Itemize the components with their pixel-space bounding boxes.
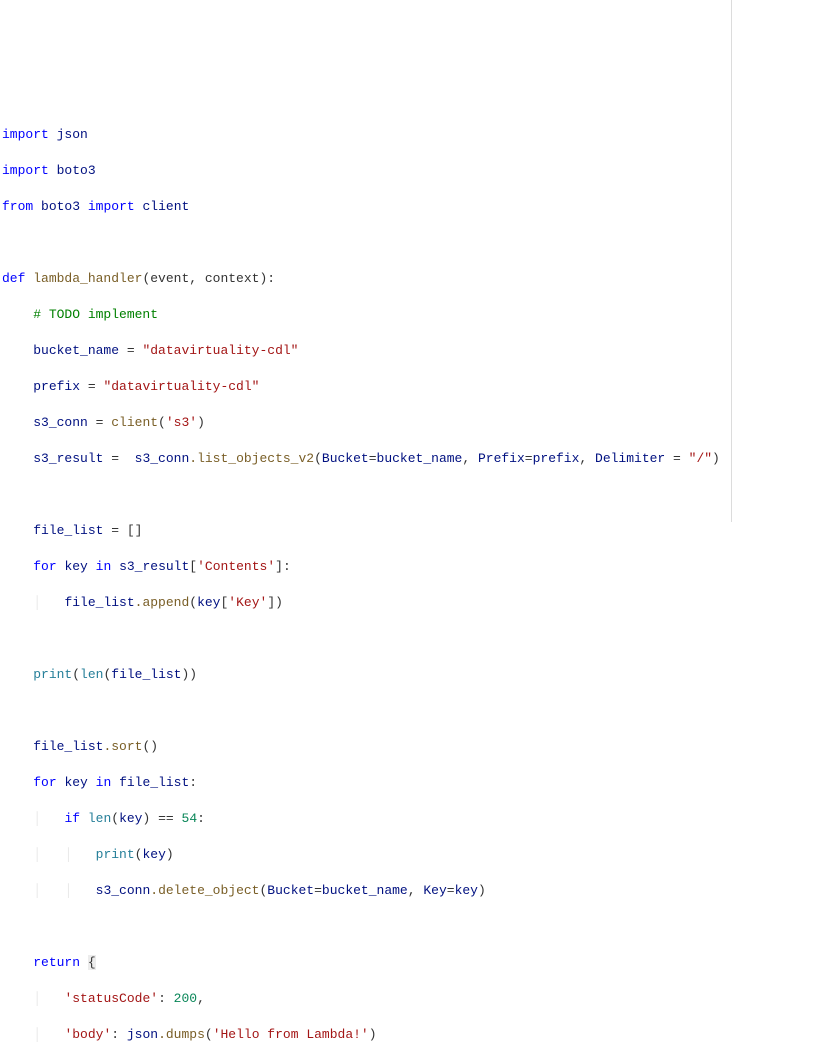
code-line: return { <box>2 954 834 972</box>
code-line: for key in file_list: <box>2 774 834 792</box>
code-line: from boto3 import client <box>2 198 834 216</box>
code-line: print(len(file_list)) <box>2 666 834 684</box>
code-line: file_list = [] <box>2 522 834 540</box>
code-line <box>2 486 834 504</box>
code-line: for key in s3_result['Contents']: <box>2 558 834 576</box>
code-line <box>2 918 834 936</box>
code-line: prefix = "datavirtuality-cdl" <box>2 378 834 396</box>
code-line <box>2 234 834 252</box>
code-line: s3_result = s3_conn.list_objects_v2(Buck… <box>2 450 834 468</box>
code-line: # TODO implement <box>2 306 834 324</box>
code-line: file_list.sort() <box>2 738 834 756</box>
code-editor[interactable]: import json import boto3 from boto3 impo… <box>2 108 834 1044</box>
code-line: │ │ print(key) <box>2 846 834 864</box>
code-line: import json <box>2 126 834 144</box>
code-line: │ if len(key) == 54: <box>2 810 834 828</box>
code-line <box>2 630 834 648</box>
code-line: import boto3 <box>2 162 834 180</box>
code-line <box>2 702 834 720</box>
code-line: s3_conn = client('s3') <box>2 414 834 432</box>
code-line: │ 'body': json.dumps('Hello from Lambda!… <box>2 1026 834 1044</box>
code-line: │ │ s3_conn.delete_object(Bucket=bucket_… <box>2 882 834 900</box>
code-line: │ file_list.append(key['Key']) <box>2 594 834 612</box>
code-line: │ 'statusCode': 200, <box>2 990 834 1008</box>
code-line: def lambda_handler(event, context): <box>2 270 834 288</box>
code-line: bucket_name = "datavirtuality-cdl" <box>2 342 834 360</box>
